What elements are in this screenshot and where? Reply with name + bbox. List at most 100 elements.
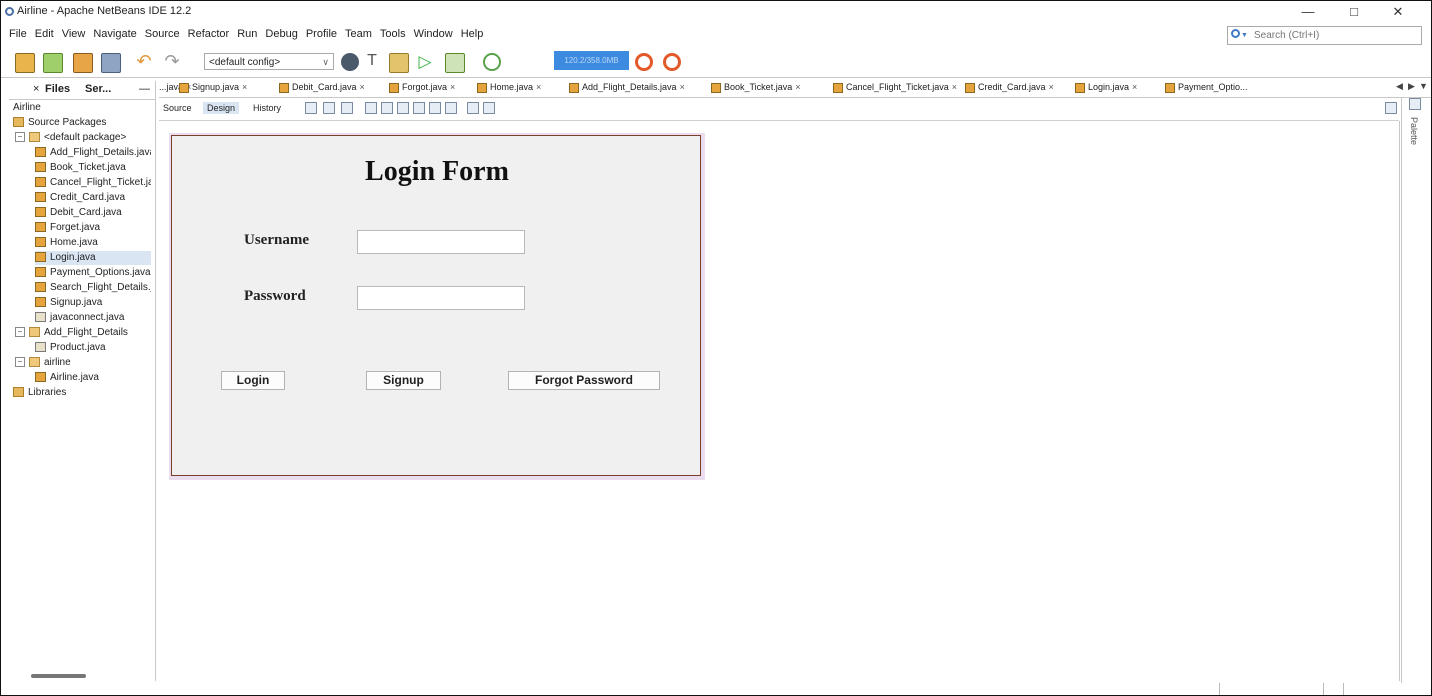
- new-file-icon[interactable]: [43, 53, 63, 73]
- menu-source[interactable]: Source: [141, 23, 184, 45]
- collapse-icon[interactable]: −: [15, 327, 25, 338]
- redo-icon[interactable]: ↷: [163, 52, 181, 71]
- minimize-panel-button[interactable]: —: [139, 83, 150, 95]
- tree-item[interactable]: − airline: [15, 356, 151, 370]
- menu-window[interactable]: Window: [410, 23, 457, 45]
- tree-item[interactable]: Airline.java: [35, 371, 151, 385]
- resize-horizontal-icon[interactable]: [467, 102, 479, 114]
- username-field[interactable]: [357, 230, 525, 254]
- menu-team[interactable]: Team: [341, 23, 376, 45]
- menu-tools[interactable]: Tools: [376, 23, 410, 45]
- tree-item[interactable]: Source Packages: [13, 116, 151, 130]
- preview-design-icon[interactable]: [341, 102, 353, 114]
- open-project-icon[interactable]: [73, 53, 93, 73]
- align-top-icon[interactable]: [413, 102, 425, 114]
- close-tab-icon[interactable]: ×: [680, 82, 685, 92]
- password-field[interactable]: [357, 286, 525, 310]
- tab-list-icon[interactable]: ▼: [1419, 81, 1428, 91]
- editor-tab[interactable]: Credit_Card.java ×: [965, 82, 1054, 93]
- forgot-password-button[interactable]: Forgot Password: [508, 371, 660, 390]
- search-dropdown-icon[interactable]: ▼: [1241, 32, 1248, 39]
- tree-item[interactable]: Home.java: [35, 236, 151, 250]
- close-tab-icon[interactable]: ×: [795, 82, 800, 92]
- menu-run[interactable]: Run: [233, 23, 261, 45]
- tab-design[interactable]: Design: [203, 102, 240, 114]
- save-all-icon[interactable]: [101, 53, 121, 73]
- profile-icon[interactable]: [483, 53, 501, 71]
- tree-item[interactable]: Forget.java: [35, 221, 151, 235]
- gc-icon[interactable]: [635, 53, 653, 71]
- tree-item[interactable]: Book_Ticket.java: [35, 161, 151, 175]
- align-left-icon[interactable]: [365, 102, 377, 114]
- tree-item[interactable]: Credit_Card.java: [35, 191, 151, 205]
- editor-tab[interactable]: Forgot.java ×: [389, 82, 455, 93]
- menu-profile[interactable]: Profile: [302, 23, 341, 45]
- connection-mode-icon[interactable]: [323, 102, 335, 114]
- tree-item[interactable]: Search_Flight_Details.java: [35, 281, 151, 295]
- tree-item[interactable]: Airline: [13, 101, 151, 115]
- memory-indicator[interactable]: 120.2/358.0MB: [554, 51, 629, 70]
- palette-tab[interactable]: Palette: [1409, 117, 1419, 145]
- tree-item[interactable]: Cancel_Flight_Ticket.java: [35, 176, 151, 190]
- new-project-icon[interactable]: [15, 53, 35, 73]
- tab-scroll-left-icon[interactable]: ◀: [1396, 81, 1403, 92]
- editor-tab[interactable]: Cancel_Flight_Ticket.java ×: [833, 82, 957, 93]
- menu-help[interactable]: Help: [457, 23, 488, 45]
- expand-icon[interactable]: [1385, 102, 1397, 114]
- menu-view[interactable]: View: [58, 23, 90, 45]
- menu-file[interactable]: File: [5, 23, 31, 45]
- maximize-button[interactable]: □: [1339, 3, 1369, 21]
- tab-history[interactable]: History: [249, 102, 285, 114]
- hammer-icon[interactable]: T: [363, 53, 381, 71]
- align-right-icon[interactable]: [381, 102, 393, 114]
- signup-button[interactable]: Signup: [366, 371, 441, 390]
- palette-icon[interactable]: [1409, 98, 1421, 110]
- editor-tab[interactable]: Add_Flight_Details.java ×: [569, 82, 685, 93]
- close-tab-icon[interactable]: ×: [1049, 82, 1054, 92]
- close-tab-icon[interactable]: ×: [1132, 82, 1137, 92]
- editor-tab[interactable]: Payment_Optio...: [1165, 82, 1248, 93]
- selection-mode-icon[interactable]: [305, 102, 317, 114]
- tree-item[interactable]: Product.java: [35, 341, 151, 355]
- center-horizontally-icon[interactable]: [397, 102, 409, 114]
- collapse-icon[interactable]: −: [15, 357, 25, 368]
- close-tab-icon[interactable]: ×: [450, 82, 455, 92]
- editor-tab[interactable]: Book_Ticket.java ×: [711, 82, 800, 93]
- tree-item[interactable]: Signup.java: [35, 296, 151, 310]
- tree-item[interactable]: javaconnect.java: [35, 311, 151, 325]
- login-button[interactable]: Login: [221, 371, 285, 390]
- close-tab-icon[interactable]: ×: [360, 82, 365, 92]
- clean-build-icon[interactable]: [389, 53, 409, 73]
- menu-edit[interactable]: Edit: [31, 23, 58, 45]
- config-select[interactable]: <default config> ∨: [204, 53, 334, 70]
- close-tab-icon[interactable]: ×: [952, 82, 957, 92]
- horizontal-scrollbar[interactable]: [31, 674, 86, 678]
- menu-refactor[interactable]: Refactor: [184, 23, 234, 45]
- menu-debug[interactable]: Debug: [261, 23, 301, 45]
- menu-navigate[interactable]: Navigate: [89, 23, 140, 45]
- search-box[interactable]: ▼: [1227, 26, 1422, 45]
- tab-files[interactable]: Files: [45, 83, 70, 95]
- tree-item[interactable]: − Add_Flight_Details: [15, 326, 151, 340]
- search-input[interactable]: [1254, 28, 1414, 42]
- editor-tab[interactable]: Home.java ×: [477, 82, 541, 93]
- tab-source[interactable]: Source: [159, 102, 196, 114]
- tree-item[interactable]: Add_Flight_Details.java: [35, 146, 151, 160]
- close-tab-icon[interactable]: ×: [242, 82, 247, 92]
- editor-tab[interactable]: Login.java ×: [1075, 82, 1138, 93]
- globe-icon[interactable]: [341, 53, 359, 71]
- tree-item[interactable]: Login.java: [35, 251, 151, 265]
- center-vertically-icon[interactable]: [445, 102, 457, 114]
- close-tab-icon[interactable]: ×: [536, 82, 541, 92]
- debug-icon[interactable]: [445, 53, 465, 73]
- tree-item[interactable]: − <default package>: [15, 131, 151, 145]
- tree-item[interactable]: Libraries: [13, 386, 151, 400]
- run-icon[interactable]: ▷: [416, 53, 434, 71]
- minimize-button[interactable]: —: [1293, 3, 1323, 21]
- close-button[interactable]: ✕: [1383, 3, 1413, 21]
- resize-vertical-icon[interactable]: [483, 102, 495, 114]
- close-projects-tab-button[interactable]: ×: [33, 83, 39, 95]
- editor-tab[interactable]: Signup.java ×: [179, 82, 247, 93]
- collapse-icon[interactable]: −: [15, 132, 25, 143]
- tab-services[interactable]: Ser...: [85, 83, 111, 95]
